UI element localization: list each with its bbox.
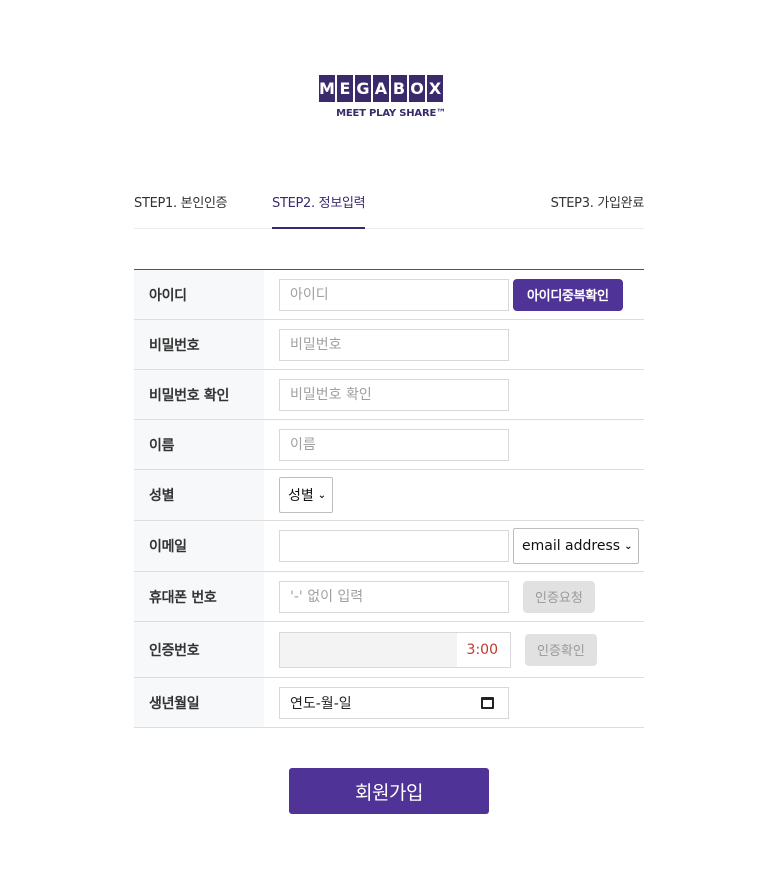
logo-tagline: MEET PLAY SHARE™ — [336, 108, 446, 119]
birth-date-input[interactable]: 연도-월-일 — [279, 686, 509, 719]
auth-timer: 3:00 — [456, 632, 510, 667]
id-label: 아이디 — [134, 270, 264, 319]
birth-date-value: 연도-월-일 — [290, 695, 352, 712]
logo-letter: G — [355, 75, 371, 102]
confirm-auth-button[interactable]: 인증확인 — [525, 633, 597, 666]
step-3: STEP3. 가입완료 — [550, 196, 645, 211]
row-password-confirm: 비밀번호 확인 — [134, 370, 644, 420]
signup-form: 아이디 아이디중복확인 비밀번호 비밀번호 확인 이름 성별 성별 ⌄ — [134, 269, 644, 728]
auth-code-input[interactable]: 3:00 — [279, 631, 511, 668]
signup-steps: STEP1. 본인인증 STEP2. 정보입력 STEP3. 가입완료 — [134, 188, 644, 229]
gender-label: 성별 — [134, 470, 264, 520]
name-input[interactable] — [279, 428, 509, 461]
email-domain-select[interactable]: email address ⌄ — [513, 528, 640, 564]
step-2-active: STEP2. 정보입력 — [272, 192, 366, 229]
name-label: 이름 — [134, 420, 264, 469]
email-label: 이메일 — [134, 521, 264, 571]
megabox-logo: M E G A B O X MEET PLAY SHARE™ — [319, 75, 459, 119]
row-auth-code: 인증번호 3:00 인증확인 — [134, 622, 644, 678]
row-birth: 생년월일 연도-월-일 — [134, 678, 644, 728]
logo-letters: M E G A B O X — [319, 75, 459, 102]
logo-letter: X — [427, 75, 443, 102]
row-phone: 휴대폰 번호 인증요청 — [134, 572, 644, 622]
gender-select[interactable]: 성별 ⌄ — [279, 477, 334, 513]
password-input[interactable] — [279, 328, 509, 361]
id-input[interactable] — [279, 278, 509, 311]
step-1: STEP1. 본인인증 — [134, 196, 228, 211]
logo-letter: M — [319, 75, 335, 102]
logo-letter: A — [373, 75, 389, 102]
phone-input[interactable] — [279, 580, 509, 613]
logo-letter: E — [337, 75, 353, 102]
birth-label: 생년월일 — [134, 678, 264, 727]
password-confirm-input[interactable] — [279, 378, 509, 411]
chevron-down-icon: ⌄ — [317, 489, 327, 501]
logo-letter: O — [409, 75, 425, 102]
row-name: 이름 — [134, 420, 644, 470]
email-input[interactable] — [279, 530, 509, 562]
logo-letter: B — [391, 75, 407, 102]
email-domain-value: email address — [522, 538, 621, 554]
request-auth-button[interactable]: 인증요청 — [523, 580, 595, 613]
row-email: 이메일 email address ⌄ — [134, 521, 644, 572]
id-duplicate-check-button[interactable]: 아이디중복확인 — [513, 278, 623, 311]
chevron-down-icon: ⌄ — [624, 540, 633, 552]
calendar-icon[interactable] — [481, 696, 494, 709]
signup-submit-button[interactable]: 회원가입 — [289, 768, 489, 814]
password-confirm-label: 비밀번호 확인 — [134, 370, 264, 419]
auth-code-label: 인증번호 — [134, 622, 264, 677]
password-label: 비밀번호 — [134, 320, 264, 369]
gender-select-value: 성별 — [288, 488, 314, 504]
phone-label: 휴대폰 번호 — [134, 572, 264, 621]
row-gender: 성별 성별 ⌄ — [134, 470, 644, 521]
row-id: 아이디 아이디중복확인 — [134, 270, 644, 320]
row-password: 비밀번호 — [134, 320, 644, 370]
